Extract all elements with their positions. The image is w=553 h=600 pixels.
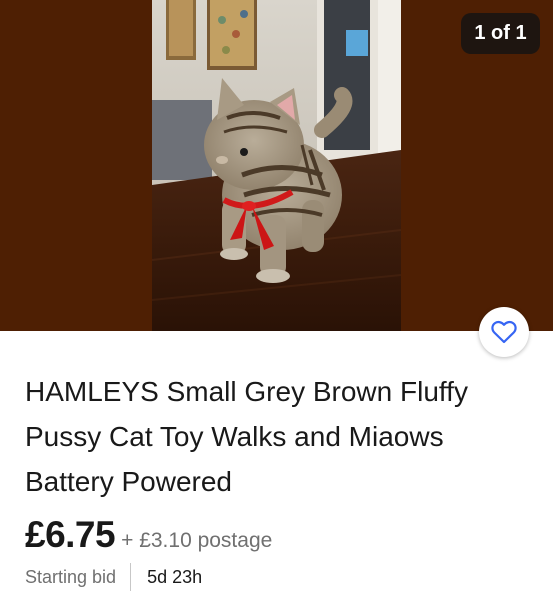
image-counter: 1 of 1 — [461, 13, 540, 54]
bid-type-label: Starting bid — [25, 566, 117, 587]
auction-meta: Starting bid 5d 23h — [25, 563, 202, 591]
image-gallery[interactable]: 1 of 1 — [0, 0, 553, 331]
heart-outline-icon — [491, 320, 517, 344]
listing-page: 1 of 1 HAMLEYS Small Grey Brown Fluffy P… — [0, 0, 553, 600]
toy-cat-photo — [152, 0, 401, 331]
listing-title: HAMLEYS Small Grey Brown Fluffy Pussy Ca… — [25, 376, 468, 497]
meta-divider — [130, 563, 132, 591]
postage-cost: + £3.10 postage — [121, 529, 273, 552]
listing-photo[interactable] — [152, 0, 401, 331]
price-row: £6.75 + £3.10 postage — [25, 514, 272, 556]
item-price: £6.75 — [25, 514, 116, 555]
watch-button[interactable] — [479, 307, 529, 357]
time-left: 5d 23h — [147, 566, 203, 587]
